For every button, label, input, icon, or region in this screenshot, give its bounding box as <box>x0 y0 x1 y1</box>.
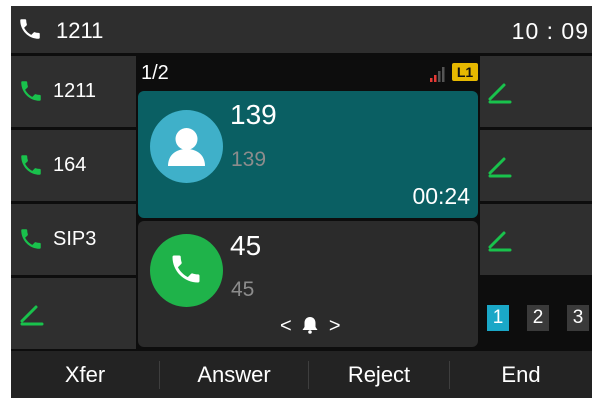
page-button-2[interactable]: 2 <box>527 305 549 331</box>
incoming-call-avatar <box>150 234 223 307</box>
status-bar: 1211 10 : 09 <box>11 6 592 53</box>
edit-icon <box>18 299 46 332</box>
ring-nav[interactable]: < > <box>280 315 341 338</box>
end-button[interactable]: End <box>450 351 592 398</box>
caller-name: 139 <box>230 99 277 130</box>
edit-icon <box>486 77 514 110</box>
contact-avatar <box>150 110 223 183</box>
call-card-active[interactable]: 139 139 00:24 <box>138 91 478 218</box>
person-icon <box>168 128 205 166</box>
answer-button[interactable]: Answer <box>160 351 308 398</box>
line-badge: L1 <box>452 63 478 81</box>
edit-icon <box>486 151 514 184</box>
line-key-label: 1211 <box>53 80 97 102</box>
line-key-3[interactable]: SIP3 <box>11 204 136 275</box>
line-key-right-1[interactable] <box>480 56 592 127</box>
softkey-bar: Xfer Answer Reject End <box>11 351 592 398</box>
page-button-3[interactable]: 3 <box>567 305 589 331</box>
nav-right-arrow[interactable]: > <box>329 315 341 337</box>
call-duration: 00:24 <box>412 183 470 209</box>
phone-icon <box>17 16 43 47</box>
nav-left-arrow[interactable]: < <box>280 315 292 337</box>
phone-icon <box>18 225 44 258</box>
phone-icon <box>172 255 200 283</box>
line-key-right-3[interactable] <box>480 204 592 275</box>
line-key-2[interactable]: 164 <box>11 130 136 201</box>
xfer-button[interactable]: Xfer <box>11 351 159 398</box>
line-key-label: 164 <box>53 154 87 176</box>
phone-icon <box>18 77 44 110</box>
phone-screen: 1211 10 : 09 1211 164 SIP3 1/2 L1 139 13… <box>11 6 592 398</box>
line-key-4[interactable] <box>11 278 136 349</box>
edit-icon <box>486 225 514 258</box>
phone-icon <box>18 151 44 184</box>
reject-button[interactable]: Reject <box>309 351 449 398</box>
call-area-header: 1/2 L1 <box>141 59 478 89</box>
call-card-incoming[interactable]: 45 45 < > <box>138 221 478 347</box>
bell-icon <box>302 317 318 334</box>
caller-name: 45 <box>230 230 262 261</box>
call-page-indicator: 1/2 <box>141 62 169 84</box>
account-label: 1211 <box>56 18 104 43</box>
page-button-1[interactable]: 1 <box>487 305 509 331</box>
line-key-right-2[interactable] <box>480 130 592 201</box>
caller-number: 139 <box>231 148 267 171</box>
line-key-1[interactable]: 1211 <box>11 56 136 127</box>
caller-number: 45 <box>231 278 255 301</box>
line-key-label: SIP3 <box>53 228 97 250</box>
clock: 10 : 09 <box>511 18 589 44</box>
signal-icon <box>429 65 447 88</box>
